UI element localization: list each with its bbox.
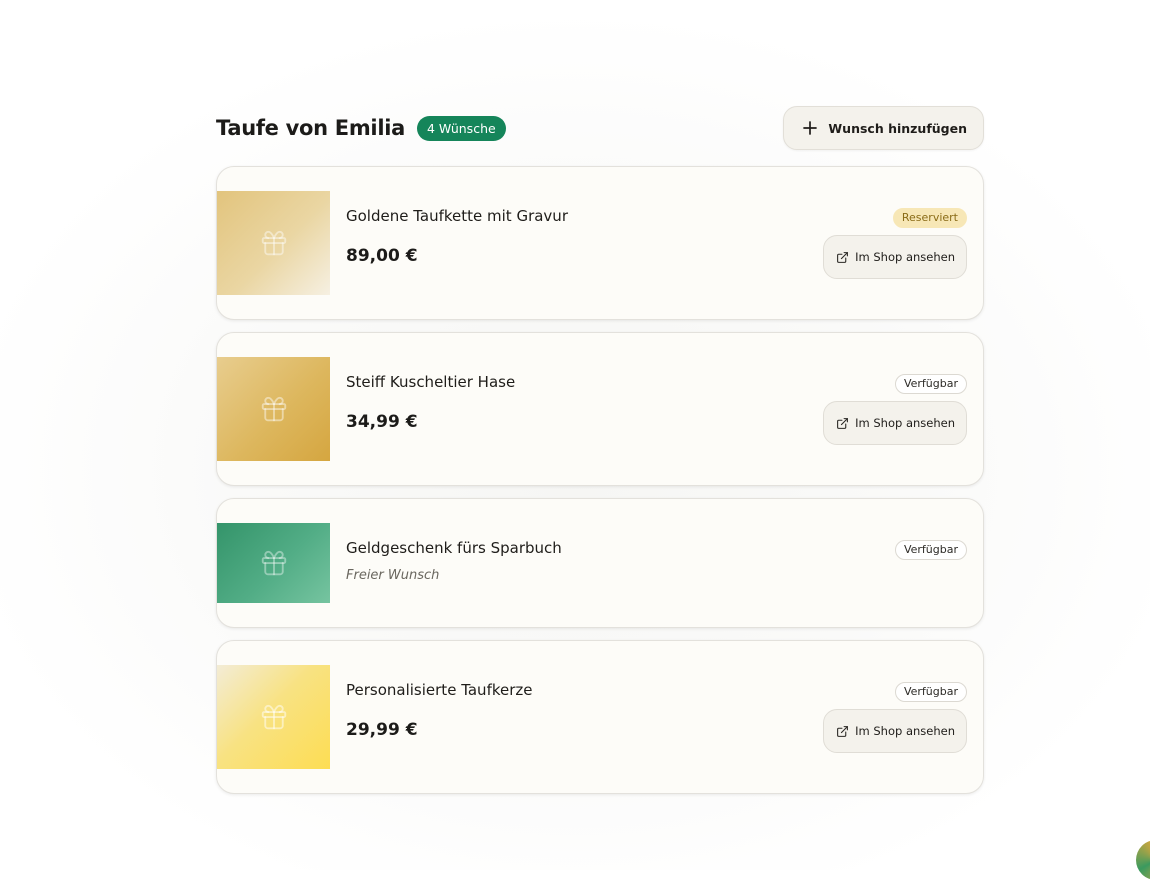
wish-name: Goldene Taufkette mit Gravur [346, 207, 568, 225]
wish-price: 89,00 € [346, 246, 418, 266]
external-link-icon [836, 725, 849, 738]
wish-name: Geldgeschenk fürs Sparbuch [346, 539, 562, 557]
add-wish-button[interactable]: Wunsch hinzufügen [783, 106, 984, 150]
wish-thumbnail [217, 191, 330, 295]
wish-note: Freier Wunsch [346, 568, 440, 583]
plus-icon [802, 120, 818, 136]
view-in-shop-button[interactable]: Im Shop ansehen [823, 235, 967, 279]
wishlist-container: Taufe von Emilia 4 Wünsche Wunsch hinzuf… [216, 106, 984, 806]
page-title: Taufe von Emilia [216, 116, 405, 140]
view-in-shop-button[interactable]: Im Shop ansehen [823, 709, 967, 753]
wish-thumbnail [217, 523, 330, 603]
wish-name: Personalisierte Taufkerze [346, 681, 533, 699]
external-link-icon [836, 251, 849, 264]
view-in-shop-label: Im Shop ansehen [855, 416, 955, 430]
wish-list: Goldene Taufkette mit Gravur 89,00 € Res… [216, 166, 984, 794]
wish-thumbnail [217, 665, 330, 769]
wish-card[interactable]: Geldgeschenk fürs Sparbuch Freier Wunsch… [216, 498, 984, 628]
view-in-shop-button[interactable]: Im Shop ansehen [823, 401, 967, 445]
title-group: Taufe von Emilia 4 Wünsche [216, 115, 506, 141]
external-link-icon [836, 417, 849, 430]
corner-widget-icon[interactable] [1136, 840, 1150, 880]
gift-icon [259, 394, 289, 424]
wish-price: 34,99 € [346, 412, 418, 432]
gift-icon [259, 548, 289, 578]
status-badge: Verfügbar [894, 682, 967, 702]
wish-price: 29,99 € [346, 720, 418, 740]
status-badge: Verfügbar [894, 540, 967, 560]
wish-card[interactable]: Goldene Taufkette mit Gravur 89,00 € Res… [216, 166, 984, 320]
status-badge: Reserviert [892, 208, 967, 228]
gift-icon [259, 228, 289, 258]
view-in-shop-label: Im Shop ansehen [855, 250, 955, 264]
view-in-shop-label: Im Shop ansehen [855, 724, 955, 738]
add-wish-button-label: Wunsch hinzufügen [828, 120, 967, 136]
status-badge: Verfügbar [894, 374, 967, 394]
wish-card[interactable]: Steiff Kuscheltier Hase 34,99 € Verfügba… [216, 332, 984, 486]
gift-icon [259, 702, 289, 732]
wish-card[interactable]: Personalisierte Taufkerze 29,99 € Verfüg… [216, 640, 984, 794]
wish-name: Steiff Kuscheltier Hase [346, 373, 516, 391]
wish-thumbnail [217, 357, 330, 461]
wishlist-header: Taufe von Emilia 4 Wünsche Wunsch hinzuf… [216, 106, 984, 150]
wish-count-badge: 4 Wünsche [417, 115, 506, 141]
